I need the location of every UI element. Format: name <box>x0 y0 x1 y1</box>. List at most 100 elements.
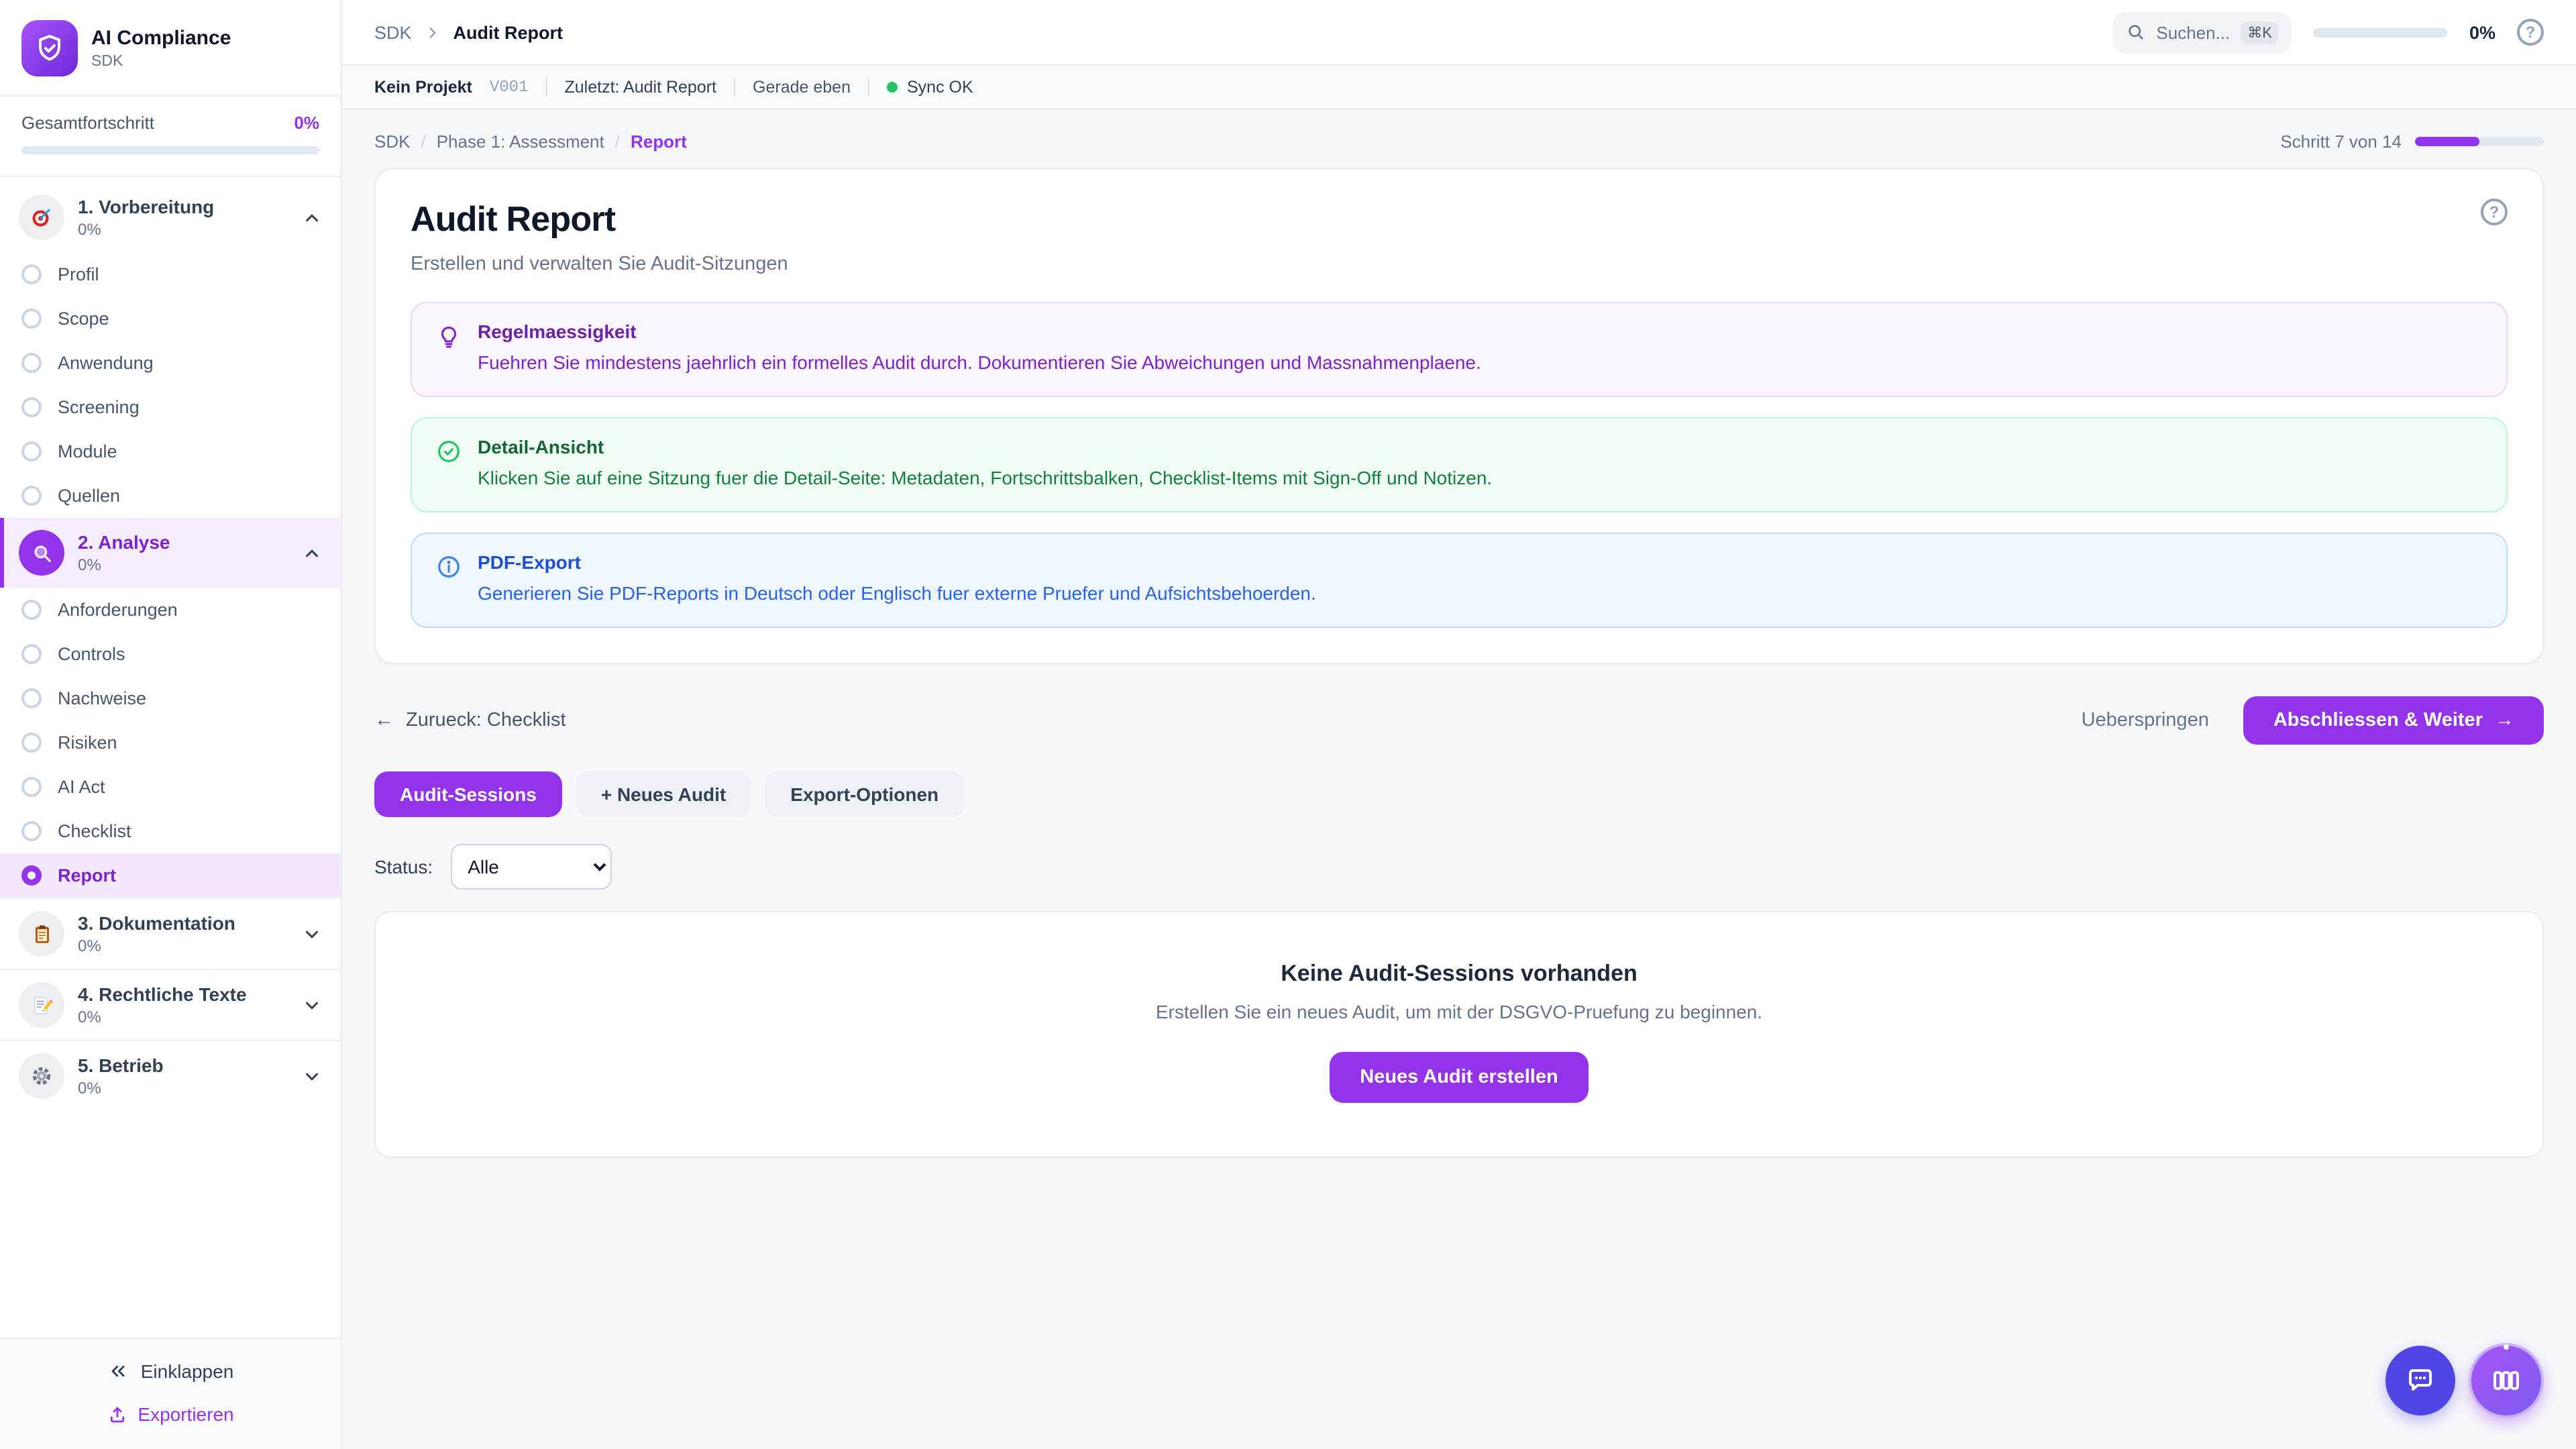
export-label: Exportieren <box>138 1403 233 1425</box>
info-box-body: Klicken Sie auf eine Sitzung fuer die De… <box>478 466 1492 491</box>
sidebar-item-checklist[interactable]: Checklist <box>0 809 341 853</box>
section-percent: 0% <box>78 937 288 956</box>
section-percent: 0% <box>78 1079 288 1098</box>
divider <box>546 78 547 97</box>
radio-icon <box>21 441 42 462</box>
radio-icon <box>21 309 42 329</box>
info-box-body: Fuehren Sie mindestens jaehrlich ein for… <box>478 350 1481 376</box>
last-saved-time: Gerade eben <box>753 78 851 97</box>
page-subtitle: Erstellen und verwalten Sie Audit-Sitzun… <box>411 254 2508 275</box>
sidebar-section-vorbereitung[interactable]: 1. Vorbereitung 0% <box>0 182 341 252</box>
chevrons-left-icon <box>107 1360 129 1382</box>
help-icon[interactable]: ? <box>2517 19 2544 46</box>
radio-icon <box>21 264 42 284</box>
step-label: Schritt 7 von 14 <box>2280 131 2402 152</box>
sidebar-section-betrieb[interactable]: 5. Betrieb 0% <box>0 1041 341 1111</box>
sidebar-item-anforderungen[interactable]: Anforderungen <box>0 588 341 632</box>
card-help-icon[interactable]: ? <box>2481 199 2508 225</box>
memo-pencil-icon <box>19 982 64 1028</box>
info-box-title: PDF-Export <box>478 551 1316 573</box>
section-percent: 0% <box>78 221 288 239</box>
app-window: AI Compliance SDK Gesamtfortschritt 0% 1… <box>0 0 2576 1449</box>
sidebar-item-ai-act[interactable]: AI Act <box>0 765 341 809</box>
radio-icon <box>21 644 42 664</box>
check-circle-icon <box>436 439 462 464</box>
skip-button[interactable]: Ueberspringen <box>2082 709 2209 731</box>
arrow-left-icon: ← <box>374 709 394 731</box>
upload-icon <box>107 1404 127 1424</box>
main-area: SDK Audit Report Suchen... ⌘K 0% ? Kein … <box>342 0 2576 1449</box>
map-overview-fab-button[interactable] <box>2469 1343 2544 1418</box>
app-subtitle: SDK <box>91 53 231 69</box>
section-title: 2. Analyse <box>78 531 288 555</box>
section-percent: 0% <box>78 1008 288 1027</box>
radio-icon <box>21 397 42 417</box>
topbar-progress-track <box>2314 28 2448 37</box>
last-visited: Zuletzt: Audit Report <box>565 78 717 97</box>
export-button[interactable]: Exportieren <box>107 1403 233 1425</box>
radio-icon <box>21 353 42 373</box>
app-title: AI Compliance <box>91 26 231 50</box>
radio-icon <box>21 486 42 506</box>
breadcrumb-separator: / <box>615 131 620 152</box>
sidebar-section-rechtliche-texte[interactable]: 4. Rechtliche Texte 0% <box>0 970 341 1040</box>
info-boxes: Regelmaessigkeit Fuehren Sie mindestens … <box>411 302 2508 627</box>
sidebar-item-profil[interactable]: Profil <box>0 252 341 297</box>
tab-export-optionen[interactable]: Export-Optionen <box>765 771 964 816</box>
sidebar-item-scope[interactable]: Scope <box>0 297 341 341</box>
sidebar-item-label: Module <box>58 441 117 462</box>
finish-and-next-button[interactable]: Abschliessen & Weiter → <box>2244 696 2544 744</box>
sidebar-item-nachweise[interactable]: Nachweise <box>0 676 341 720</box>
chevron-down-icon <box>302 1066 322 1086</box>
wizard-nav-row: ← Zurueck: Checklist Ueberspringen Absch… <box>374 696 2544 744</box>
chat-fab-button[interactable] <box>2385 1346 2455 1415</box>
info-circle-icon <box>436 554 462 580</box>
divider <box>734 78 735 97</box>
sidebar-nav: 1. Vorbereitung 0% Profil Scope Anwendun… <box>0 177 341 1338</box>
info-box-body: Generieren Sie PDF-Reports in Deutsch od… <box>478 581 1316 606</box>
audit-report-card: Audit Report ? Erstellen und verwalten S… <box>374 168 2544 663</box>
app-logo-shield-icon <box>21 19 78 76</box>
sidebar-item-screening[interactable]: Screening <box>0 385 341 429</box>
sidebar-item-controls[interactable]: Controls <box>0 632 341 676</box>
sidebar-item-label: Risiken <box>58 733 117 753</box>
search-input[interactable]: Suchen... ⌘K <box>2113 11 2292 53</box>
back-link[interactable]: ← Zurueck: Checklist <box>374 709 566 731</box>
sidebar-item-report[interactable]: Report <box>0 853 341 898</box>
chevron-up-icon <box>302 543 322 563</box>
arrow-right-icon: → <box>2495 709 2514 731</box>
divider <box>868 78 869 97</box>
status-filter-select[interactable]: Alle <box>450 843 611 889</box>
tab-audit-sessions[interactable]: Audit-Sessions <box>374 771 562 816</box>
collapse-sidebar-button[interactable]: Einklappen <box>107 1360 234 1382</box>
sidebar-item-label: Nachweise <box>58 688 146 708</box>
back-label: Zurueck: Checklist <box>406 709 566 731</box>
sidebar-item-risiken[interactable]: Risiken <box>0 720 341 765</box>
lightbulb-icon <box>436 323 462 349</box>
project-name: Kein Projekt <box>374 78 472 97</box>
tab-neues-audit[interactable]: + Neues Audit <box>576 771 751 816</box>
app-title-block: AI Compliance SDK <box>91 26 231 69</box>
page-title: Audit Report <box>411 199 615 240</box>
sync-ok-dot-icon <box>887 82 898 93</box>
sidebar-item-label: Report <box>58 865 116 885</box>
empty-state-title: Keine Audit-Sessions vorhanden <box>402 960 2516 987</box>
radio-icon <box>21 821 42 841</box>
overall-progress-percent: 0% <box>294 113 319 133</box>
sidebar-footer: Einklappen Exportieren <box>0 1338 341 1449</box>
sidebar-item-quellen[interactable]: Quellen <box>0 474 341 518</box>
gear-icon <box>19 1053 64 1099</box>
sidebar-item-anwendung[interactable]: Anwendung <box>0 341 341 385</box>
sidebar-section-analyse[interactable]: 2. Analyse 0% <box>0 518 341 588</box>
chevron-right-icon <box>424 23 441 41</box>
sidebar-item-module[interactable]: Module <box>0 429 341 474</box>
breadcrumb-sdk[interactable]: SDK <box>374 131 410 152</box>
clipboard-icon <box>19 911 64 957</box>
create-audit-button[interactable]: Neues Audit erstellen <box>1329 1051 1589 1102</box>
breadcrumb-phase[interactable]: Phase 1: Assessment <box>437 131 604 152</box>
chat-bubble-icon <box>2404 1364 2436 1397</box>
sidebar-section-dokumentation[interactable]: 3. Dokumentation 0% <box>0 899 341 969</box>
topbar-progress-percent: 0% <box>2469 22 2496 42</box>
breadcrumb-root[interactable]: SDK <box>374 22 412 42</box>
radio-icon <box>21 688 42 708</box>
